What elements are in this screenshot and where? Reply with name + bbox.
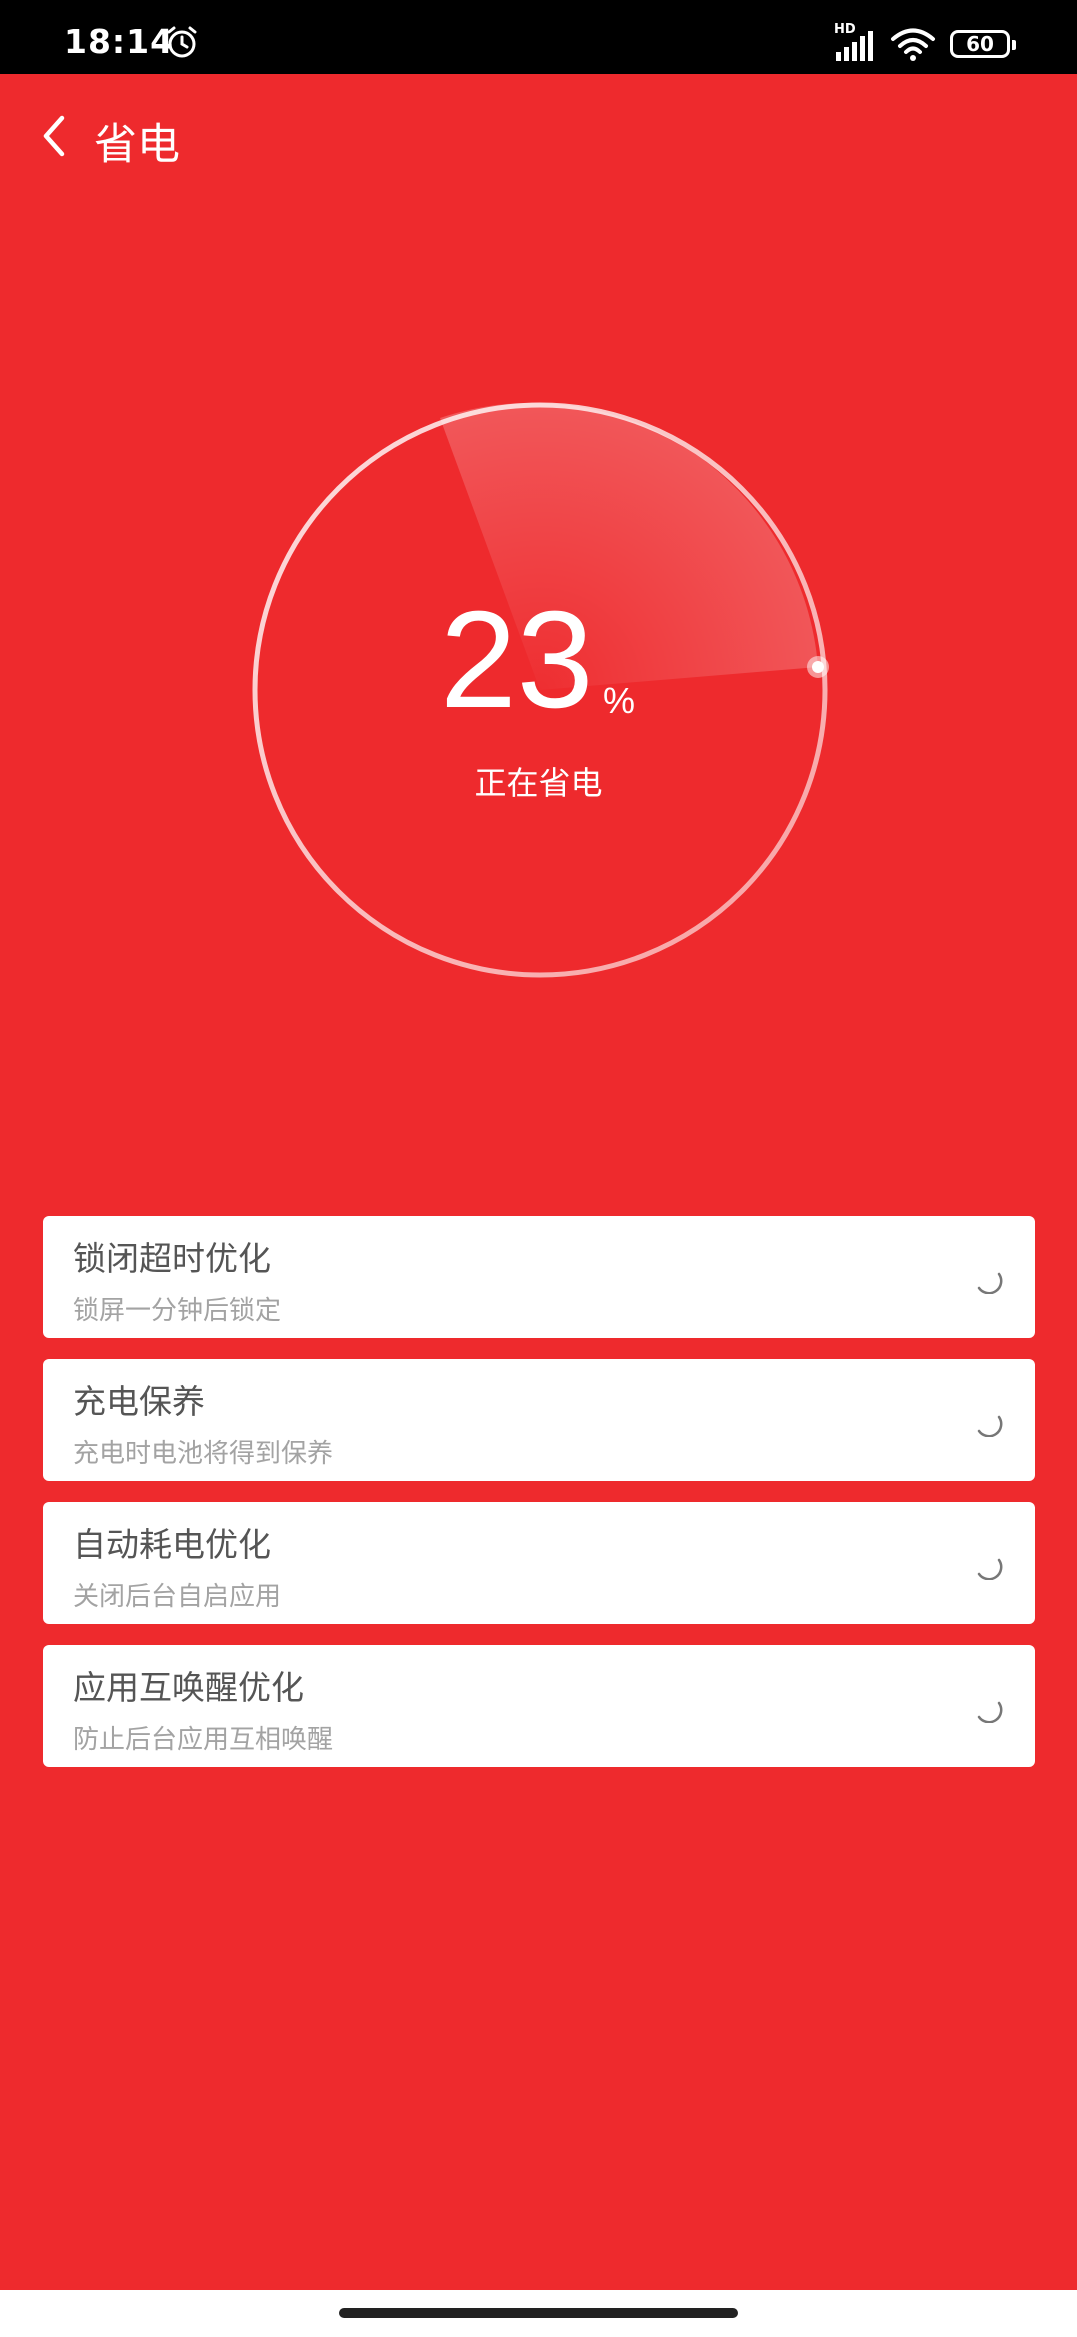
item-title: 自动耗电优化: [73, 1525, 271, 1564]
item-subtitle: 防止后台应用互相唤醒: [73, 1725, 334, 1755]
loading-spinner-icon: [977, 1558, 1003, 1580]
list-item-charging-care[interactable]: 充电保养 充电时电池将得到保养: [43, 1359, 1035, 1481]
item-title: 充电保养: [73, 1382, 205, 1421]
power-saving-dial: [252, 402, 829, 978]
item-title: 锁闭超时优化: [73, 1239, 271, 1278]
item-subtitle: 充电时电池将得到保养: [73, 1439, 334, 1469]
home-indicator[interactable]: [339, 2308, 738, 2318]
dial-unit: %: [603, 680, 636, 721]
item-subtitle: 关闭后台自启应用: [73, 1582, 282, 1612]
loading-spinner-icon: [977, 1272, 1003, 1294]
item-title: 应用互唤醒优化: [73, 1668, 304, 1707]
dial-value: 23: [440, 583, 594, 737]
item-subtitle: 锁屏一分钟后锁定: [73, 1296, 282, 1326]
list-item-lock-timeout[interactable]: 锁闭超时优化 锁屏一分钟后锁定: [43, 1216, 1035, 1338]
list-item-auto-power-optimization[interactable]: 自动耗电优化 关闭后台自启应用: [43, 1502, 1035, 1624]
progress-dot: [812, 661, 824, 673]
list-item-app-wakeup-optimization[interactable]: 应用互唤醒优化 防止后台应用互相唤醒: [43, 1645, 1035, 1767]
dial-status: 正在省电: [474, 764, 603, 802]
loading-spinner-icon: [977, 1415, 1003, 1437]
loading-spinner-icon: [977, 1701, 1003, 1723]
